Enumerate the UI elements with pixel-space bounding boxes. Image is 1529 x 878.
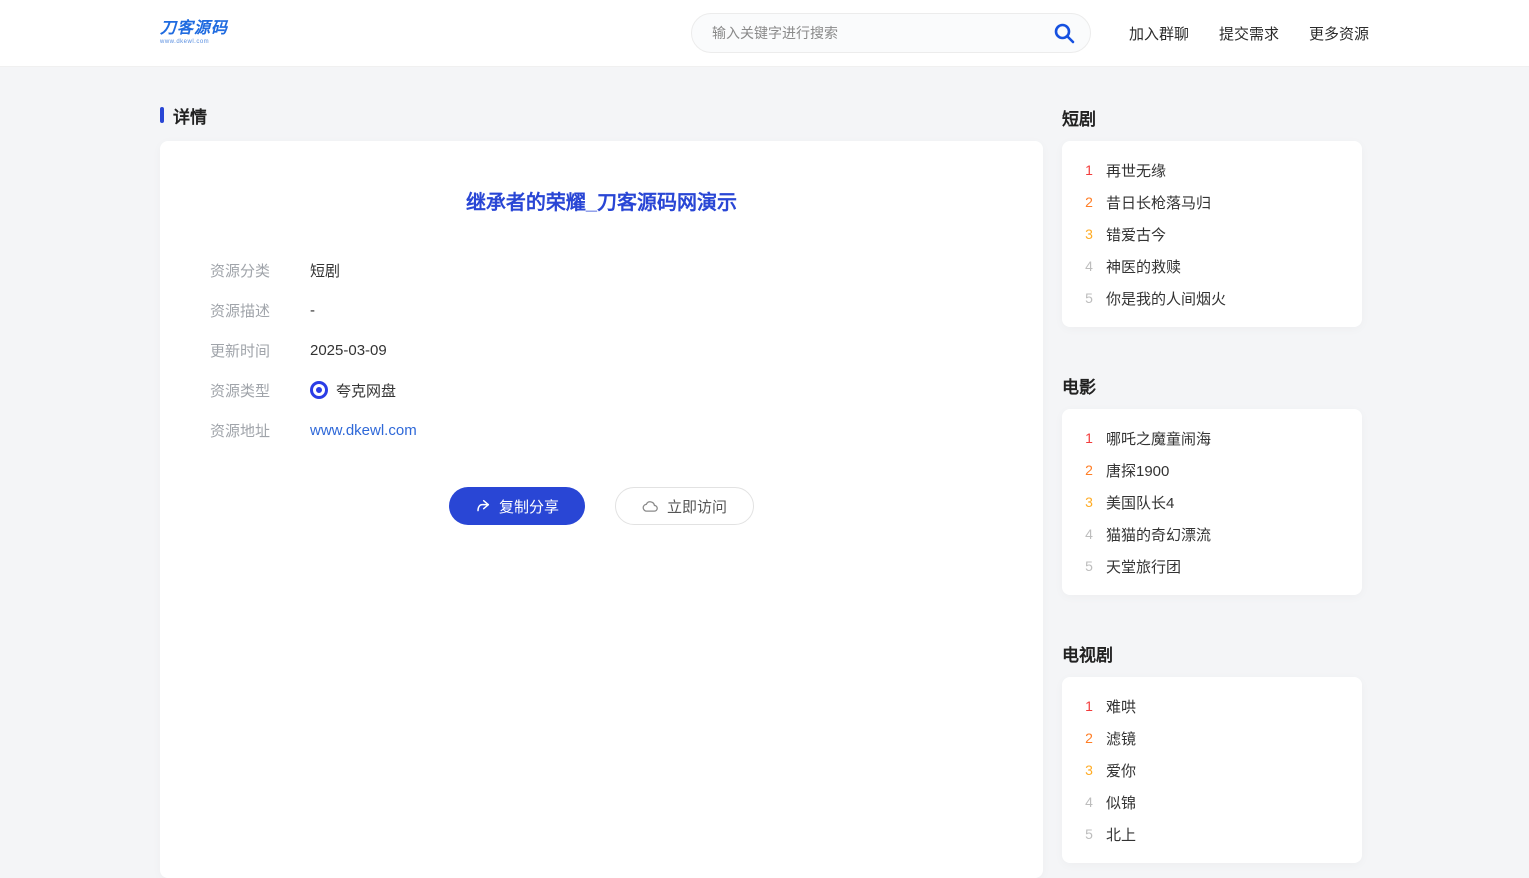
sidebar-section-title: 电影 xyxy=(1062,373,1362,393)
nav-join-group[interactable]: 加入群聊 xyxy=(1129,23,1189,44)
ranked-list-item[interactable]: 2 昔日长枪落马归 xyxy=(1083,186,1341,218)
search-bar xyxy=(691,13,1091,53)
ranked-list-item[interactable]: 3 美国队长4 xyxy=(1083,486,1341,518)
rank-number: 2 xyxy=(1083,730,1095,746)
field-label: 资源地址 xyxy=(210,420,290,441)
ranked-item-label: 似锦 xyxy=(1106,792,1136,813)
ranked-list-item[interactable]: 1 难哄 xyxy=(1083,690,1341,722)
rank-number: 4 xyxy=(1083,526,1095,542)
sidebar-section-movies: 电影 1 哪吒之魔童闹海 2 唐探1900 3 美国队长4 4 猫猫的奇幻漂流 xyxy=(1062,373,1362,595)
ranked-item-label: 美国队长4 xyxy=(1106,492,1174,513)
resource-type-text: 夸克网盘 xyxy=(336,380,396,401)
field-value: - xyxy=(310,302,315,319)
sidebar: 短剧 1 再世无缘 2 昔日长枪落马归 3 错爱古今 4 神医的救赎 xyxy=(1062,105,1362,878)
search-input[interactable] xyxy=(691,13,1091,53)
ranked-list-card: 1 哪吒之魔童闹海 2 唐探1900 3 美国队长4 4 猫猫的奇幻漂流 5 xyxy=(1062,409,1362,595)
action-buttons: 复制分享 立即访问 xyxy=(210,487,993,525)
field-label: 资源分类 xyxy=(210,260,290,281)
ranked-list-item[interactable]: 5 你是我的人间烟火 xyxy=(1083,282,1341,314)
field-label: 更新时间 xyxy=(210,340,290,361)
ranked-item-label: 唐探1900 xyxy=(1106,460,1169,481)
ranked-list-item[interactable]: 5 北上 xyxy=(1083,818,1341,850)
rank-number: 1 xyxy=(1083,162,1095,178)
rank-number: 2 xyxy=(1083,194,1095,210)
ranked-item-label: 昔日长枪落马归 xyxy=(1106,192,1211,213)
rank-number: 5 xyxy=(1083,826,1095,842)
share-arrow-icon xyxy=(475,498,491,514)
detail-fields: 资源分类 短剧 资源描述 - 更新时间 2025-03-09 资源类型 夸克网盘 xyxy=(210,259,993,441)
field-value: 2025-03-09 xyxy=(310,342,387,359)
ranked-list-item[interactable]: 1 再世无缘 xyxy=(1083,154,1341,186)
field-value: 短剧 xyxy=(310,260,340,281)
ranked-item-label: 神医的救赎 xyxy=(1106,256,1181,277)
rank-number: 2 xyxy=(1083,462,1095,478)
rank-number: 4 xyxy=(1083,258,1095,274)
visit-now-button[interactable]: 立即访问 xyxy=(615,487,754,525)
field-label: 资源类型 xyxy=(210,380,290,401)
sidebar-section-short-drama: 短剧 1 再世无缘 2 昔日长枪落马归 3 错爱古今 4 神医的救赎 xyxy=(1062,105,1362,327)
cloud-icon xyxy=(642,498,659,515)
ranked-list-item[interactable]: 4 猫猫的奇幻漂流 xyxy=(1083,518,1341,550)
site-logo[interactable]: 刀客源码 www.dkewl.com xyxy=(160,21,228,45)
copy-share-button[interactable]: 复制分享 xyxy=(449,487,585,525)
ranked-list-item[interactable]: 2 滤镜 xyxy=(1083,722,1341,754)
ranked-item-label: 爱你 xyxy=(1106,760,1136,781)
quark-disk-icon xyxy=(310,381,328,399)
ranked-item-label: 你是我的人间烟火 xyxy=(1106,288,1226,309)
ranked-item-label: 北上 xyxy=(1106,824,1136,845)
copy-share-label: 复制分享 xyxy=(499,496,559,517)
ranked-list-item[interactable]: 3 错爱古今 xyxy=(1083,218,1341,250)
field-row-description: 资源描述 - xyxy=(210,299,993,321)
ranked-item-label: 滤镜 xyxy=(1106,728,1136,749)
rank-number: 5 xyxy=(1083,558,1095,574)
ranked-list-item[interactable]: 1 哪吒之魔童闹海 xyxy=(1083,422,1341,454)
sidebar-section-tv-series: 电视剧 1 难哄 2 滤镜 3 爱你 4 似锦 xyxy=(1062,641,1362,863)
ranked-list-item[interactable]: 4 神医的救赎 xyxy=(1083,250,1341,282)
ranked-list-item[interactable]: 3 爱你 xyxy=(1083,754,1341,786)
ranked-item-label: 难哄 xyxy=(1106,696,1136,717)
detail-card: 继承者的荣耀_刀客源码网演示 资源分类 短剧 资源描述 - 更新时间 2025-… xyxy=(160,141,1043,878)
nav-more-resources[interactable]: 更多资源 xyxy=(1309,23,1369,44)
resource-title: 继承者的荣耀_刀客源码网演示 xyxy=(210,186,993,215)
header-nav: 加入群聊 提交需求 更多资源 xyxy=(1129,23,1369,44)
field-value: 夸克网盘 xyxy=(310,380,396,401)
ranked-item-label: 天堂旅行团 xyxy=(1106,556,1181,577)
ranked-list-item[interactable]: 4 似锦 xyxy=(1083,786,1341,818)
detail-section-title: 详情 xyxy=(173,103,207,128)
nav-submit-request[interactable]: 提交需求 xyxy=(1219,23,1279,44)
ranked-list-card: 1 难哄 2 滤镜 3 爱你 4 似锦 5 北上 xyxy=(1062,677,1362,863)
detail-section-head: 详情 xyxy=(160,105,1043,125)
ranked-item-label: 猫猫的奇幻漂流 xyxy=(1106,524,1211,545)
rank-number: 3 xyxy=(1083,226,1095,242)
section-accent-bar xyxy=(160,107,164,123)
visit-now-label: 立即访问 xyxy=(667,496,727,517)
rank-number: 3 xyxy=(1083,762,1095,778)
rank-number: 1 xyxy=(1083,430,1095,446)
page-body: 详情 继承者的荣耀_刀客源码网演示 资源分类 短剧 资源描述 - 更新时间 20… xyxy=(0,105,1529,878)
resource-url-link[interactable]: www.dkewl.com xyxy=(310,422,417,439)
search-icon[interactable] xyxy=(1051,20,1077,46)
rank-number: 1 xyxy=(1083,698,1095,714)
field-row-category: 资源分类 短剧 xyxy=(210,259,993,281)
site-logo-subtext: www.dkewl.com xyxy=(160,39,228,45)
ranked-list-item[interactable]: 2 唐探1900 xyxy=(1083,454,1341,486)
sidebar-section-title: 电视剧 xyxy=(1062,641,1362,661)
ranked-list-card: 1 再世无缘 2 昔日长枪落马归 3 错爱古今 4 神医的救赎 5 你是我的 xyxy=(1062,141,1362,327)
field-label: 资源描述 xyxy=(210,300,290,321)
ranked-list-item[interactable]: 5 天堂旅行团 xyxy=(1083,550,1341,582)
main-column: 详情 继承者的荣耀_刀客源码网演示 资源分类 短剧 资源描述 - 更新时间 20… xyxy=(160,105,1043,878)
ranked-item-label: 再世无缘 xyxy=(1106,160,1166,181)
sidebar-section-title: 短剧 xyxy=(1062,105,1362,125)
field-row-resource-type: 资源类型 夸克网盘 xyxy=(210,379,993,401)
field-row-resource-url: 资源地址 www.dkewl.com xyxy=(210,419,993,441)
ranked-item-label: 哪吒之魔童闹海 xyxy=(1106,428,1211,449)
rank-number: 5 xyxy=(1083,290,1095,306)
header: 刀客源码 www.dkewl.com 加入群聊 提交需求 更多资源 xyxy=(0,0,1529,67)
site-logo-text: 刀客源码 xyxy=(160,21,228,37)
field-row-update-time: 更新时间 2025-03-09 xyxy=(210,339,993,361)
rank-number: 4 xyxy=(1083,794,1095,810)
ranked-item-label: 错爱古今 xyxy=(1106,224,1166,245)
rank-number: 3 xyxy=(1083,494,1095,510)
